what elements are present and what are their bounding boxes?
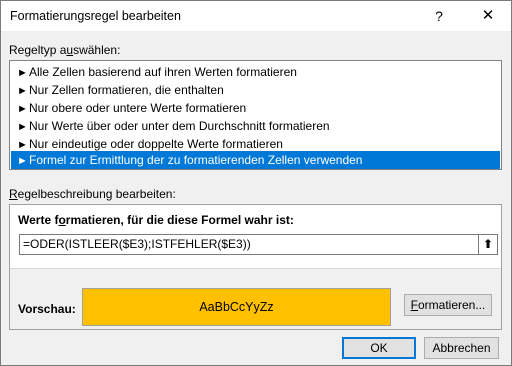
help-icon[interactable]: ? (427, 6, 451, 26)
ruletype-item[interactable]: ►Nur Zellen formatieren, die enthalten (11, 81, 500, 99)
formula-section: Werte formatieren, für die diese Formel … (10, 205, 501, 269)
formula-input[interactable]: =ODER(ISTLEER($E3);ISTFEHLER($E3)) (19, 234, 483, 255)
format-button[interactable]: Formatieren... (404, 294, 492, 316)
arrow-icon: ► (17, 121, 28, 133)
ruletype-item[interactable]: ►Alle Zellen basierend auf ihren Werten … (11, 63, 500, 81)
arrow-icon: ► (17, 103, 28, 115)
window-title: Formatierungsregel bearbeiten (10, 9, 181, 23)
ruletype-list[interactable]: ►Alle Zellen basierend auf ihren Werten … (9, 60, 502, 170)
ok-button[interactable]: OK (342, 337, 416, 359)
rule-description-label: Regelbeschreibung bearbeiten: (9, 187, 176, 201)
collapse-dialog-icon[interactable]: ⬆ (478, 234, 498, 255)
cancel-button[interactable]: Abbrechen (424, 337, 499, 359)
preview-label: Vorschau: (18, 302, 76, 316)
edit-formatting-rule-dialog: Formatierungsregel bearbeiten ? ✕ Regelt… (0, 0, 512, 366)
arrow-icon: ► (17, 67, 28, 79)
ruletype-item[interactable]: ►Nur obere oder untere Werte formatieren (11, 99, 500, 117)
ruletype-item[interactable]: ►Nur Werte über oder unter dem Durchschn… (11, 117, 500, 135)
arrow-icon: ► (17, 155, 28, 167)
rule-description-panel: Werte formatieren, für die diese Formel … (9, 204, 502, 330)
ruletype-label: Regeltyp auswählen: (9, 43, 121, 57)
close-icon[interactable]: ✕ (471, 6, 505, 26)
formula-heading: Werte formatieren, für die diese Formel … (18, 213, 294, 227)
title-bar: Formatierungsregel bearbeiten ? ✕ (1, 1, 511, 31)
ruletype-item-selected[interactable]: ►Formel zur Ermittlung der zu formatiere… (11, 151, 500, 169)
format-preview: AaBbCcYyZz (82, 288, 391, 326)
arrow-icon: ► (17, 85, 28, 97)
